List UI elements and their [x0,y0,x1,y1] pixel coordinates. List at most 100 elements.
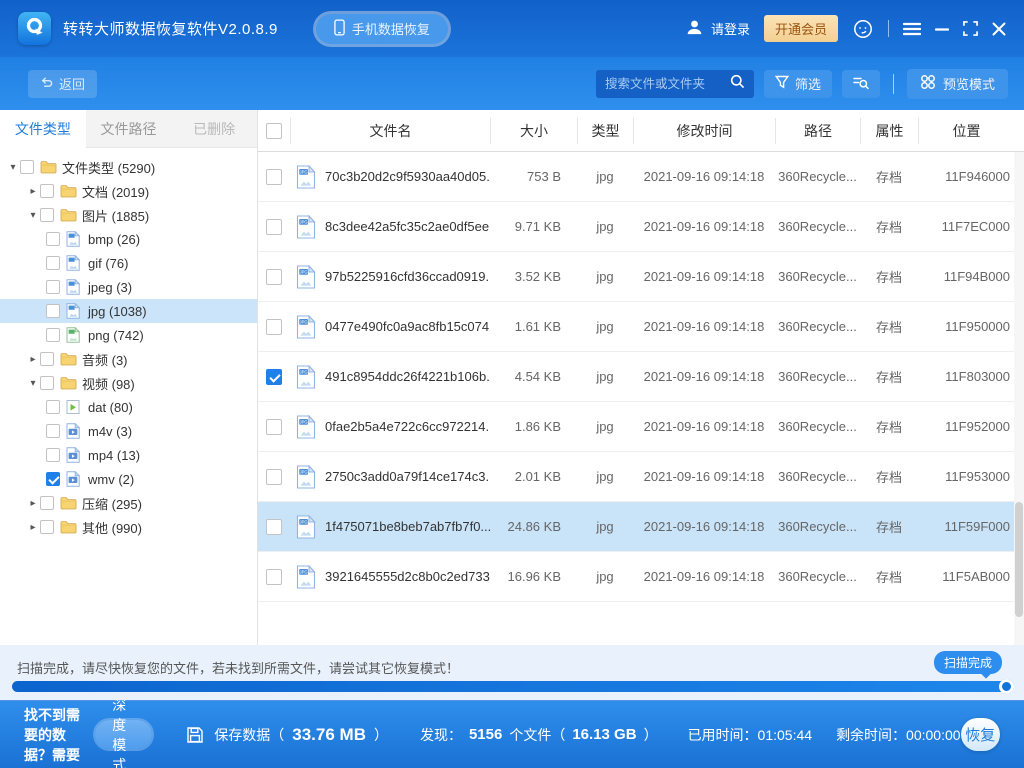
vertical-scrollbar[interactable] [1014,152,1024,645]
table-row[interactable]: JPG 0fae2b5a4e722c6cc972214... 1.86 KB j… [258,402,1024,452]
filter-button[interactable]: 筛选 [764,70,832,98]
tab-file-path[interactable]: 文件路径 [86,110,172,148]
tree-item[interactable]: gif (76) [0,251,257,275]
tree-item[interactable]: ▾ 图片 (1885) [0,203,257,227]
menu-icon[interactable] [903,22,921,36]
dat-icon [66,399,84,415]
table-row[interactable]: JPG 2750c3add0a79f14ce174c3... 2.01 KB j… [258,452,1024,502]
advanced-search-button[interactable] [842,70,880,98]
expand-arrow[interactable]: ▸ [26,186,40,197]
row-checkbox[interactable] [266,519,282,535]
expand-arrow[interactable]: ▾ [26,378,40,389]
column-path[interactable]: 路径 [775,118,860,144]
recover-button[interactable]: 恢复 [961,718,1000,751]
row-checkbox[interactable] [266,369,282,385]
back-button[interactable]: 返回 [28,70,97,98]
grid-circles-icon [920,74,936,93]
tab-file-type[interactable]: 文件类型 [0,110,86,148]
file-path: 360Recycle... [775,569,860,584]
preview-mode-button[interactable]: 预览模式 [907,69,1008,99]
phone-recovery-button[interactable]: 手机数据恢复 [316,14,448,44]
tree-item[interactable]: m4v (3) [0,419,257,443]
column-type[interactable]: 类型 [577,118,633,144]
tree-item[interactable]: jpeg (3) [0,275,257,299]
tree-checkbox[interactable] [46,280,60,294]
scrollbar-thumb[interactable] [1015,502,1023,617]
img-green-icon [66,327,84,343]
file-modified: 2021-09-16 09:14:18 [633,219,775,234]
column-modified[interactable]: 修改时间 [633,118,775,144]
table-row[interactable]: JPG 8c3dee42a5fc35c2ae0df5ee... 9.71 KB … [258,202,1024,252]
select-all-checkbox[interactable] [266,123,282,139]
save-data-group[interactable]: 保存数据（ 33.76 MB ） [186,725,388,745]
row-checkbox[interactable] [266,419,282,435]
column-size[interactable]: 大小 [490,118,577,144]
tree-checkbox[interactable] [40,376,54,390]
tree-item[interactable]: ▸ 其他 (990) [0,515,257,539]
tree-item[interactable]: dat (80) [0,395,257,419]
tree-item[interactable]: jpg (1038) [0,299,257,323]
tree-item[interactable]: png (742) [0,323,257,347]
file-attr: 存档 [860,417,918,436]
deep-mode-button[interactable]: 深度模式 [95,720,152,749]
column-location[interactable]: 位置 [918,118,1014,144]
row-checkbox[interactable] [266,319,282,335]
file-location: 11F953000 [918,469,1014,484]
tree-item[interactable]: ▸ 音频 (3) [0,347,257,371]
expand-arrow[interactable]: ▸ [26,522,40,533]
file-table: 文件名 大小 类型 修改时间 路径 属性 位置 JPG 70c3b20d2c9f… [258,110,1024,645]
expand-arrow[interactable]: ▸ [26,498,40,509]
tree-checkbox[interactable] [46,328,60,342]
login-button[interactable]: 请登录 [685,18,750,40]
customer-service-icon[interactable] [852,18,874,40]
tree-checkbox[interactable] [46,304,60,318]
progress-knob[interactable] [999,679,1014,694]
close-icon[interactable] [992,22,1006,36]
tree-item[interactable]: wmv (2) [0,467,257,491]
row-checkbox[interactable] [266,269,282,285]
tree-checkbox[interactable] [46,232,60,246]
maximize-icon[interactable] [963,21,978,36]
tree-item[interactable]: bmp (26) [0,227,257,251]
tree-checkbox[interactable] [46,424,60,438]
row-checkbox[interactable] [266,469,282,485]
tree-checkbox[interactable] [40,520,54,534]
tree-checkbox[interactable] [40,184,54,198]
tree-checkbox[interactable] [40,496,54,510]
minimize-icon[interactable] [935,22,949,36]
tree-item[interactable]: ▸ 压缩 (295) [0,491,257,515]
row-checkbox[interactable] [266,569,282,585]
row-checkbox[interactable] [266,219,282,235]
tree-checkbox[interactable] [46,256,60,270]
svg-text:JPG: JPG [300,269,308,274]
tree-checkbox[interactable] [46,448,60,462]
table-row[interactable]: JPG 0477e490fc0a9ac8fb15c074... 1.61 KB … [258,302,1024,352]
tree-item[interactable]: ▾ 视频 (98) [0,371,257,395]
table-row[interactable]: JPG 3921645555d2c8b0c2ed733... 16.96 KB … [258,552,1024,602]
tree-checkbox[interactable] [40,352,54,366]
column-filename[interactable]: 文件名 [290,118,490,144]
expand-arrow[interactable]: ▾ [26,210,40,221]
tree-checkbox[interactable] [46,400,60,414]
search-icon[interactable] [730,74,745,94]
tab-deleted[interactable]: 已删除 [171,110,257,148]
file-attr: 存档 [860,567,918,586]
tree-item[interactable]: mp4 (13) [0,443,257,467]
tree-item[interactable]: ▸ 文档 (2019) [0,179,257,203]
tree-checkbox[interactable] [46,472,60,486]
statusbar: 扫描完成，请尽快恢复您的文件，若未找到所需文件，请尝试其它恢复模式！ 扫描完成 [0,645,1024,700]
tree-checkbox[interactable] [40,208,54,222]
file-name: 491c8954ddc26f4221b106b... [325,369,490,384]
expand-arrow[interactable]: ▾ [6,162,20,173]
row-checkbox[interactable] [266,169,282,185]
expand-arrow[interactable]: ▸ [26,354,40,365]
search-input[interactable] [605,77,730,91]
table-row[interactable]: JPG 70c3b20d2c9f5930aa40d05... 753 B jpg… [258,152,1024,202]
table-row[interactable]: JPG 97b5225916cfd36ccad0919... 3.52 KB j… [258,252,1024,302]
column-attr[interactable]: 属性 [860,118,918,144]
vip-button[interactable]: 开通会员 [764,15,838,42]
table-row[interactable]: JPG 491c8954ddc26f4221b106b... 4.54 KB j… [258,352,1024,402]
tree-checkbox[interactable] [20,160,34,174]
tree-item[interactable]: ▾ 文件类型 (5290) [0,155,257,179]
table-row[interactable]: JPG 1f475071be8beb7ab7fb7f0... 24.86 KB … [258,502,1024,552]
